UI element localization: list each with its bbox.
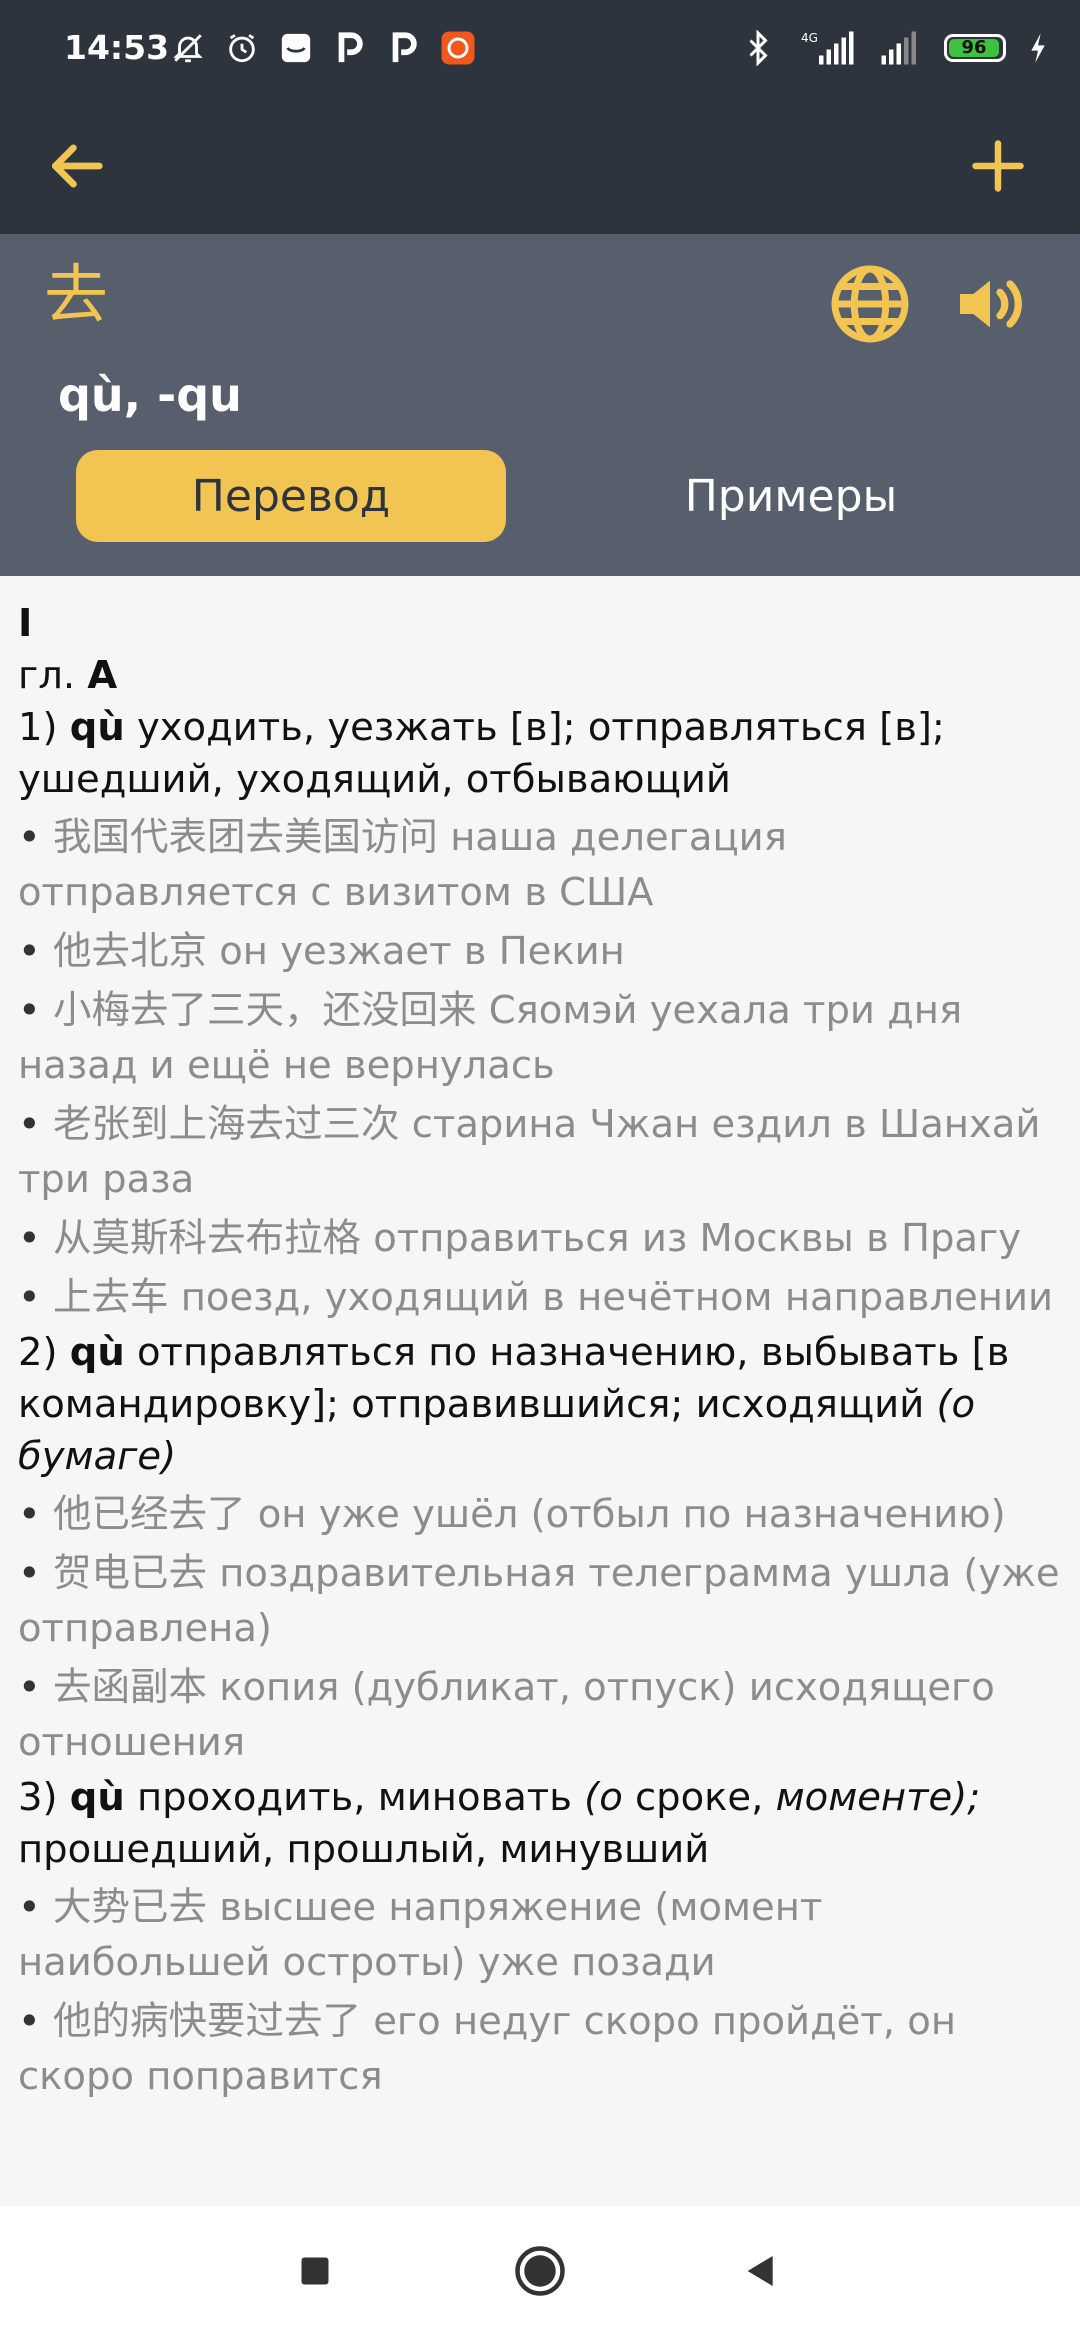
status-time: 14:53 <box>64 28 170 67</box>
add-button[interactable] <box>952 122 1044 214</box>
status-bar: 14:53 4G 96 <box>0 0 1080 102</box>
tab-examples[interactable]: Примеры <box>576 450 1006 542</box>
example-item[interactable]: • 他的病快要过去了 его недуг скоро пройдёт, он с… <box>18 1994 1062 2104</box>
sense-pinyin: qù <box>69 1330 125 1375</box>
headword-pinyin: qù, -qu <box>58 368 242 422</box>
pos-label: гл. <box>18 653 76 698</box>
sense-number: 2) <box>18 1330 58 1375</box>
sense-note: сроке, <box>635 1775 764 1820</box>
example-item[interactable]: • 我国代表团去美国访问 наша делегация отправляется… <box>18 810 1062 920</box>
example-item[interactable]: • 他去北京 он уезжает в Пекин <box>18 924 1062 979</box>
battery-icon: 96 <box>944 34 1006 62</box>
example-chinese: 上去车 <box>52 1275 169 1320</box>
network-type-label: 4G <box>801 31 818 45</box>
p-app-icon <box>330 28 370 68</box>
example-item[interactable]: • 老张到上海去过三次 старина Чжан ездил в Шанхай … <box>18 1097 1062 1207</box>
sense-text: отправляться по назначению, выбывать [в … <box>18 1330 1010 1427</box>
example-item[interactable]: • 大势已去 высшее напряжение (момент наиболь… <box>18 1880 1062 1990</box>
recents-button[interactable] <box>280 2238 350 2308</box>
alarm-icon <box>222 28 262 68</box>
sense-number: 3) <box>18 1775 58 1820</box>
system-nav-bar <box>0 2206 1080 2340</box>
home-button[interactable] <box>505 2238 575 2308</box>
sense-note: (о <box>584 1775 623 1820</box>
example-chinese: 贺电已去 <box>52 1551 207 1596</box>
battery-level: 96 <box>949 39 999 57</box>
homonym-number: I <box>18 601 33 646</box>
speaker-icon <box>950 264 1030 348</box>
sense-definition: 3) qù проходить, миновать (о сроке, моме… <box>18 1772 1062 1876</box>
sense-note: моменте); <box>775 1775 981 1820</box>
pos-section-letter: А <box>87 653 118 698</box>
bluetooth-icon <box>738 28 778 68</box>
example-item[interactable]: • 从莫斯科去布拉格 отправиться из Москвы в Прагу <box>18 1211 1062 1266</box>
tab-bar: Перевод Примеры <box>76 450 1006 542</box>
example-translation: он уже ушёл (отбыл по назначению) <box>257 1492 1006 1537</box>
headword-hanzi: 去 <box>44 259 108 333</box>
system-icons: 4G 96 <box>738 28 1050 68</box>
example-chinese: 我国代表团去美国访问 <box>52 815 438 860</box>
translation-content[interactable]: I гл. А 1) qù уходить, уезжать [в]; отпр… <box>0 576 1080 2206</box>
notification-icons <box>168 28 478 68</box>
example-chinese: 去函副本 <box>52 1665 207 1710</box>
globe-icon <box>828 262 912 350</box>
sense-number: 1) <box>18 705 58 750</box>
example-translation: поезд, уходящий в нечётном направлении <box>180 1275 1053 1320</box>
circle-icon <box>513 2244 567 2302</box>
signal-icon: 4G <box>798 28 858 68</box>
example-chinese: 从莫斯科去布拉格 <box>52 1216 361 1261</box>
sense-text: прошедший, прошлый, минувший <box>18 1827 710 1872</box>
p-app-icon <box>384 28 424 68</box>
example-item[interactable]: • 他已经去了 он уже ушёл (отбыл по назначению… <box>18 1487 1062 1542</box>
sense-pinyin: qù <box>69 705 125 750</box>
example-chinese: 大势已去 <box>52 1885 207 1930</box>
word-header: 去 qù, -qu Перевод Примеры <box>0 234 1080 576</box>
example-item[interactable]: • 去函副本 копия (дубликат, отпуск) исходяще… <box>18 1660 1062 1770</box>
example-translation: отправиться из Москвы в Прагу <box>373 1216 1021 1261</box>
message-icon <box>276 28 316 68</box>
signal-icon <box>878 28 924 68</box>
example-item[interactable]: • 上去车 поезд, уходящий в нечётном направл… <box>18 1270 1062 1325</box>
example-chinese: 小梅去了三天，还没回来 <box>52 988 477 1033</box>
nav-back-button[interactable] <box>726 2238 796 2308</box>
example-item[interactable]: • 贺电已去 поздравительная телеграмма ушла (… <box>18 1546 1062 1656</box>
sense-pinyin: qù <box>69 1775 125 1820</box>
example-item[interactable]: • 小梅去了三天，还没回来 Сяомэй уехала три дня наза… <box>18 983 1062 1093</box>
app-toolbar <box>0 102 1080 234</box>
example-chinese: 他去北京 <box>52 929 207 974</box>
part-of-speech: гл. А <box>18 650 1062 702</box>
web-search-button[interactable] <box>826 262 914 350</box>
sense-definition: 2) qù отправляться по назначению, выбыва… <box>18 1327 1062 1483</box>
arrow-left-icon <box>45 135 107 201</box>
plus-icon <box>968 136 1028 200</box>
example-chinese: 他的病快要过去了 <box>52 1999 361 2044</box>
square-icon <box>297 2253 333 2293</box>
example-chinese: 老张到上海去过三次 <box>52 1102 400 1147</box>
pronounce-button[interactable] <box>946 262 1034 350</box>
back-button[interactable] <box>30 122 122 214</box>
triangle-back-icon <box>741 2251 781 2295</box>
bell-off-icon <box>168 28 208 68</box>
tab-translation[interactable]: Перевод <box>76 450 506 542</box>
example-chinese: 他已经去了 <box>52 1492 246 1537</box>
app-icon <box>438 28 478 68</box>
sense-text: проходить, миновать <box>136 1775 572 1820</box>
example-translation: он уезжает в Пекин <box>219 929 625 974</box>
charging-icon <box>1026 28 1050 68</box>
sense-text: уходить, уезжать [в]; отправляться [в]; … <box>18 705 945 802</box>
sense-definition: 1) qù уходить, уезжать [в]; отправляться… <box>18 702 1062 806</box>
